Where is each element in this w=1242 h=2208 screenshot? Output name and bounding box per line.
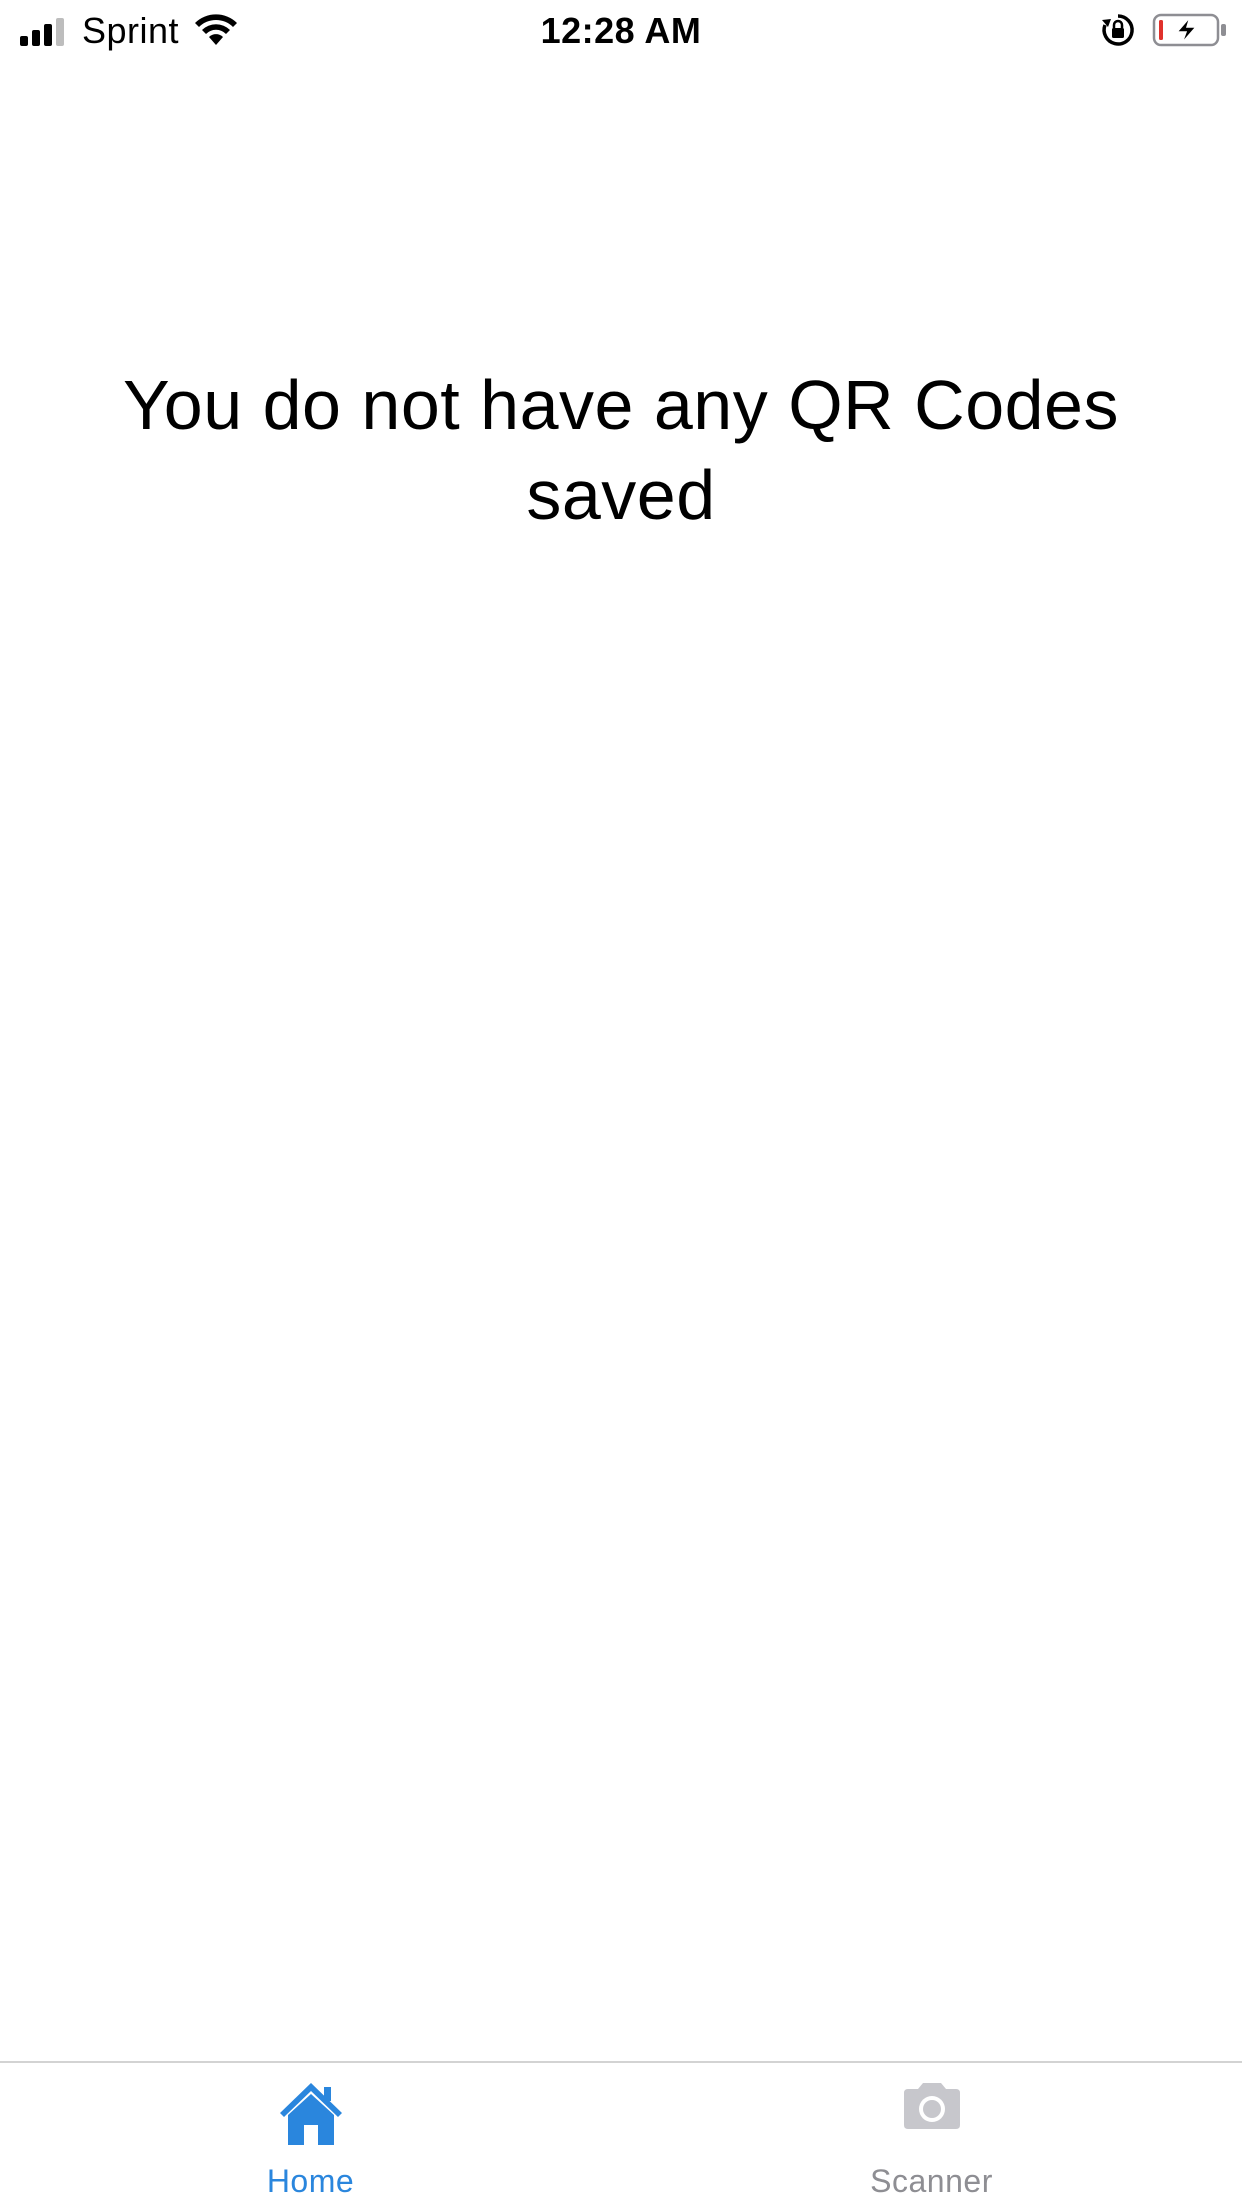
- tab-scanner-label: Scanner: [870, 2163, 993, 2199]
- empty-state-message: You do not have any QR Codes saved: [123, 366, 1119, 534]
- screen: Sprint 12:28 AM You do not have any QR C…: [0, 0, 1242, 2208]
- tab-home-label: Home: [266, 2163, 355, 2199]
- clock: 12:28 AM: [540, 10, 702, 51]
- battery-charging-icon: [1152, 12, 1228, 53]
- rotation-lock-icon: [1100, 12, 1136, 53]
- home-icon: [278, 2081, 344, 2150]
- tab-bar: Home Scanner: [0, 2061, 1242, 2208]
- tab-home[interactable]: Home: [0, 2063, 621, 2208]
- status-right: [1100, 10, 1228, 54]
- status-bar: Sprint 12:28 AM: [0, 0, 1242, 62]
- tab-scanner[interactable]: Scanner: [621, 2063, 1242, 2208]
- camera-icon: [900, 2081, 964, 2136]
